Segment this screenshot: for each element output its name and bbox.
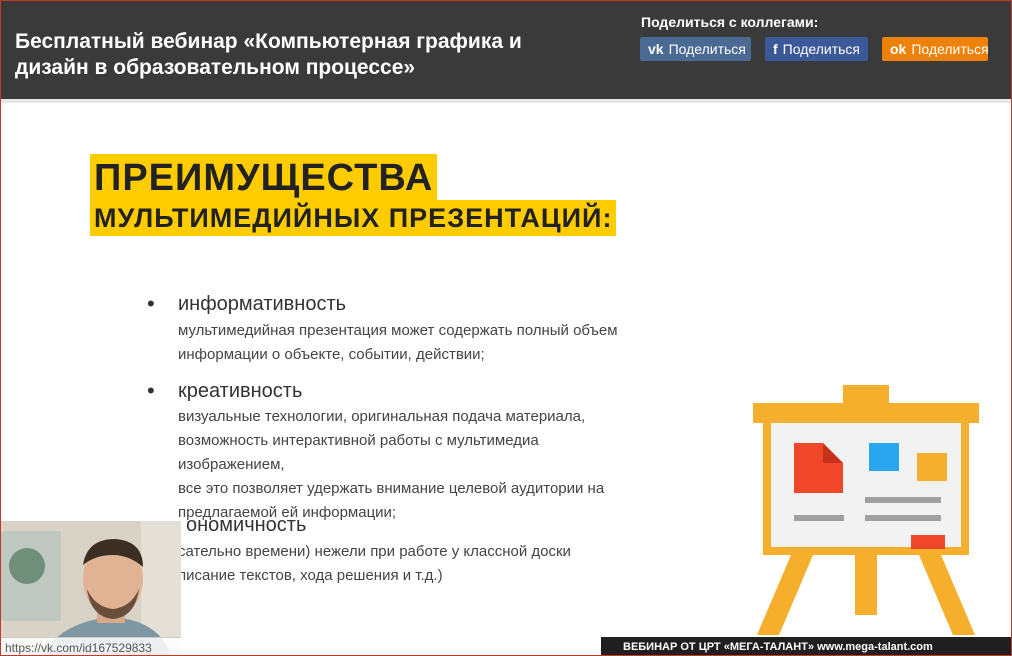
facebook-icon: f xyxy=(773,41,778,57)
share-facebook-label: Поделиться xyxy=(782,41,860,57)
share-vk-label: Поделиться xyxy=(668,41,746,57)
desc-line: мультимедийная презентация может содержа… xyxy=(178,322,618,339)
slide-heading-line2: МУЛЬТИМЕДИЙНЫХ ПРЕЗЕНТАЦИЙ: xyxy=(90,200,617,236)
item-title-informativeness: информативность xyxy=(178,293,347,315)
share-odnoklassniki-button[interactable]: ok Поделиться xyxy=(882,37,989,61)
desc-line: визуальные технологии, оригинальная пода… xyxy=(178,408,586,425)
webinar-banner: ВЕБИНАР ОТ ЦРТ «МЕГА-ТАЛАНТ» www.mega-ta… xyxy=(601,637,1011,655)
player-frame: Бесплатный вебинар «Компьютерная графика… xyxy=(0,0,1012,656)
bullet-marker: • xyxy=(147,291,155,316)
share-label: Поделиться с коллегами: xyxy=(641,14,819,30)
presenter-vk-link[interactable]: https://vk.com/id167529833 xyxy=(1,637,181,655)
item-title-creativity: креативность xyxy=(178,380,303,402)
odnoklassniki-icon: ok xyxy=(890,41,907,57)
share-vk-button[interactable]: vk Поделиться xyxy=(640,37,751,61)
desc-line: информации о объекте, событии, действии; xyxy=(178,346,485,363)
desc-line: писание текстов, хода решения и т.д.) xyxy=(178,567,443,584)
bullet-marker: • xyxy=(147,378,155,403)
slide-top-divider xyxy=(1,99,1011,103)
share-facebook-button[interactable]: f Поделиться xyxy=(765,37,868,61)
item-desc-creativity: визуальные технологии, оригинальная пода… xyxy=(178,405,648,525)
item-title-economy: ономичность xyxy=(186,514,307,536)
slide-heading-line1: ПРЕИМУЩЕСТВА xyxy=(90,154,438,200)
item-desc-informativeness: мультимедийная презентация может содержа… xyxy=(178,319,648,367)
header-bar: Бесплатный вебинар «Компьютерная графика… xyxy=(1,1,1011,99)
share-odnoklassniki-label: Поделиться xyxy=(911,41,989,57)
desc-line: возможность интерактивной работы с мульт… xyxy=(178,432,539,473)
webinar-title: Бесплатный вебинар «Компьютерная графика… xyxy=(15,30,522,79)
item-desc-economy: сательно времени) нежели при работе у кл… xyxy=(178,540,648,588)
desc-line: сательно времени) нежели при работе у кл… xyxy=(178,543,571,560)
presenter-video-frame xyxy=(1,521,181,655)
vk-icon: vk xyxy=(648,41,664,57)
webcam-video xyxy=(1,521,181,655)
desc-line: все это позволяет удержать внимание целе… xyxy=(178,480,605,497)
presentation-easel-icon xyxy=(753,385,979,635)
